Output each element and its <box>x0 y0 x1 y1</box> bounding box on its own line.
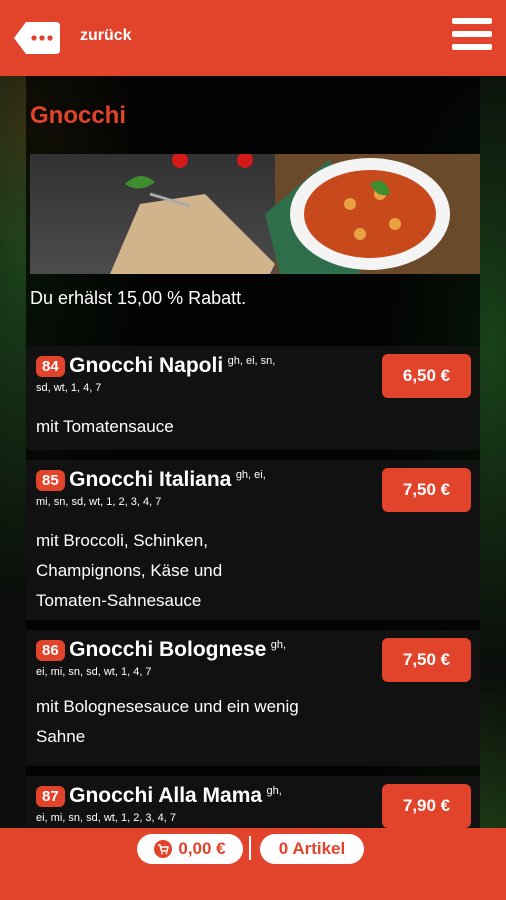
add-to-cart-price-button[interactable]: 6,50 € <box>382 354 471 398</box>
item-allergens-cont: sd, wt, 1, 4, 7 <box>36 382 102 394</box>
item-number: 85 <box>36 469 65 491</box>
back-button[interactable] <box>14 20 60 56</box>
item-header: 85 Gnocchi Italiana gh, ei, mi, sn, sd, … <box>36 468 376 508</box>
discount-text: Du erhälst 15,00 % Rabatt. <box>30 288 247 308</box>
category-image <box>30 154 480 274</box>
item-number: 84 <box>36 355 65 377</box>
item-allergens: gh, <box>266 784 282 797</box>
item-description: mit Bolognesesauce und ein wenig Sahne <box>36 697 299 746</box>
item-allergens-cont: ei, mi, sn, sd, wt, 1, 2, 3, 4, 7 <box>36 812 177 824</box>
back-label[interactable]: zurück <box>80 27 132 45</box>
item-description: mit Tomatensauce <box>36 417 174 436</box>
menu-content: Gnocchi Du erhälst 15,00 % Rabatt. 84 Gn… <box>26 76 480 828</box>
hamburger-menu-icon[interactable] <box>452 18 492 54</box>
item-number: 87 <box>36 785 65 807</box>
item-allergens: gh, <box>270 638 287 651</box>
item-number: 86 <box>36 639 65 661</box>
menu-item[interactable]: 84 Gnocchi Napoli gh, ei, sn, sd, wt, 1,… <box>26 346 480 450</box>
item-name: Gnocchi Napoli <box>69 354 224 377</box>
add-to-cart-price-button[interactable]: 7,90 € <box>382 784 471 828</box>
item-description: mit Broccoli, Schinken, Champignons, Käs… <box>36 531 223 610</box>
menu-item[interactable]: 86 Gnocchi Bolognese gh, ei, mi, sn, sd,… <box>26 630 480 766</box>
cart-total-button[interactable]: 0,00 € <box>137 834 243 864</box>
item-header: 84 Gnocchi Napoli gh, ei, sn, sd, wt, 1,… <box>36 354 376 394</box>
item-header: 87 Gnocchi Alla Mama gh, ei, mi, sn, sd,… <box>36 784 376 824</box>
item-name: Gnocchi Italiana <box>69 468 232 491</box>
item-header: 86 Gnocchi Bolognese gh, ei, mi, sn, sd,… <box>36 638 376 678</box>
item-allergens-cont: mi, sn, sd, wt, 1, 2, 3, 4, 7 <box>36 496 162 508</box>
cart-bar: 0,00 € 0 Artikel <box>0 828 506 900</box>
cart-total: 0,00 € <box>178 839 226 858</box>
category-title: Gnocchi <box>30 102 127 129</box>
menu-item[interactable]: 87 Gnocchi Alla Mama gh, ei, mi, sn, sd,… <box>26 776 480 828</box>
shopping-cart-icon <box>154 840 173 858</box>
item-allergens: gh, ei, <box>235 468 266 481</box>
add-to-cart-price-button[interactable]: 7,50 € <box>382 468 471 512</box>
add-to-cart-price-button[interactable]: 7,50 € <box>382 638 471 682</box>
item-allergens: gh, ei, sn, <box>227 354 276 367</box>
divider <box>249 836 251 860</box>
item-name: Gnocchi Alla Mama <box>69 784 263 807</box>
item-name: Gnocchi Bolognese <box>69 638 267 661</box>
menu-item[interactable]: 85 Gnocchi Italiana gh, ei, mi, sn, sd, … <box>26 460 480 620</box>
back-arrow-icon <box>14 22 60 54</box>
item-allergens-cont: ei, mi, sn, sd, wt, 1, 4, 7 <box>36 666 152 678</box>
top-bar: zurück <box>0 0 506 76</box>
article-count-button[interactable]: 0 Artikel <box>260 834 364 864</box>
